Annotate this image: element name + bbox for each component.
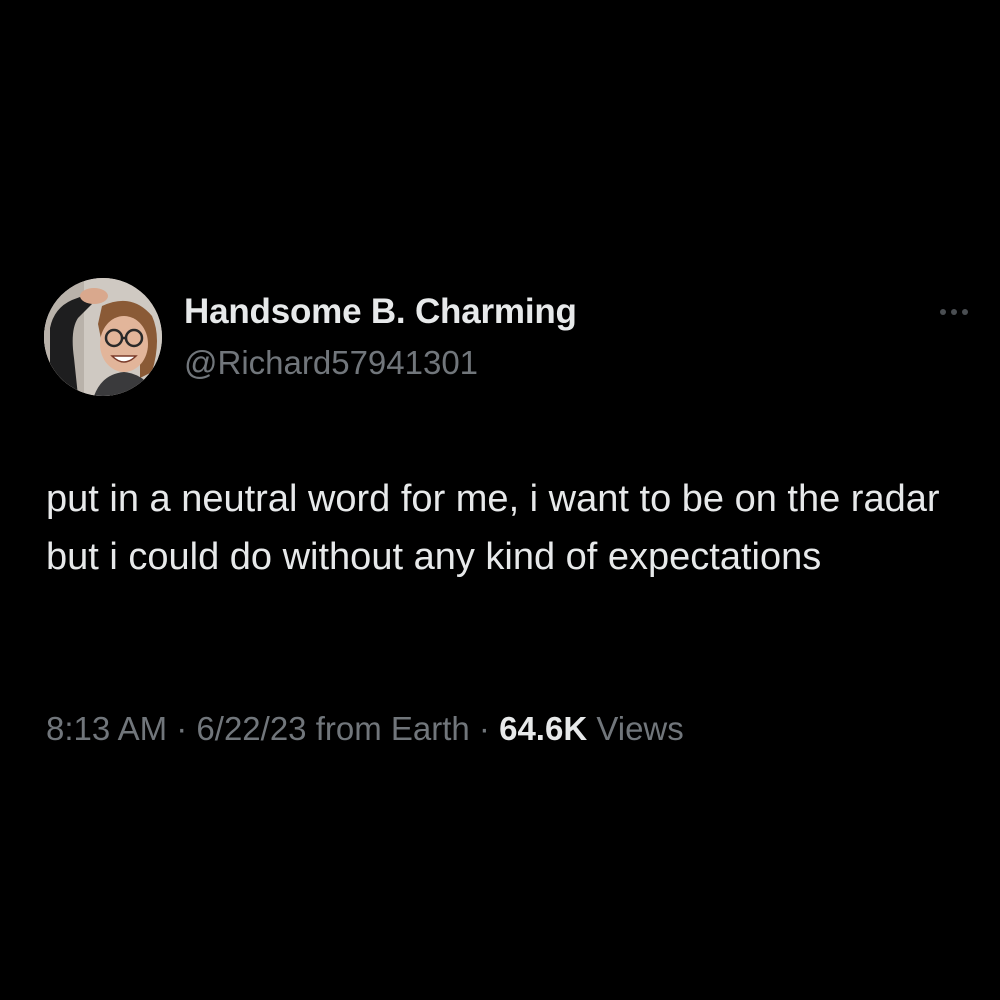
tweet-time[interactable]: 8:13 AM xyxy=(46,710,167,747)
tweet-source: from Earth xyxy=(315,710,470,747)
more-horizontal-icon xyxy=(940,309,968,315)
views-label: Views xyxy=(596,710,684,747)
meta-separator: · xyxy=(478,710,490,747)
tweet-view: Handsome B. Charming @Richard57941301 pu… xyxy=(0,0,1000,1000)
avatar-image xyxy=(44,278,162,396)
author-handle[interactable]: @Richard57941301 xyxy=(184,344,478,382)
tweet-text: put in a neutral word for me, i want to … xyxy=(46,478,940,578)
author-display-name[interactable]: Handsome B. Charming xyxy=(184,292,577,332)
more-options-button[interactable] xyxy=(934,300,974,324)
tweet-meta: 8:13 AM · 6/22/23 from Earth · 64.6K Vie… xyxy=(46,710,684,748)
tweet-date[interactable]: 6/22/23 xyxy=(196,710,306,747)
avatar[interactable] xyxy=(44,278,162,396)
views-count: 64.6K xyxy=(499,710,588,747)
meta-separator: · xyxy=(176,710,188,747)
